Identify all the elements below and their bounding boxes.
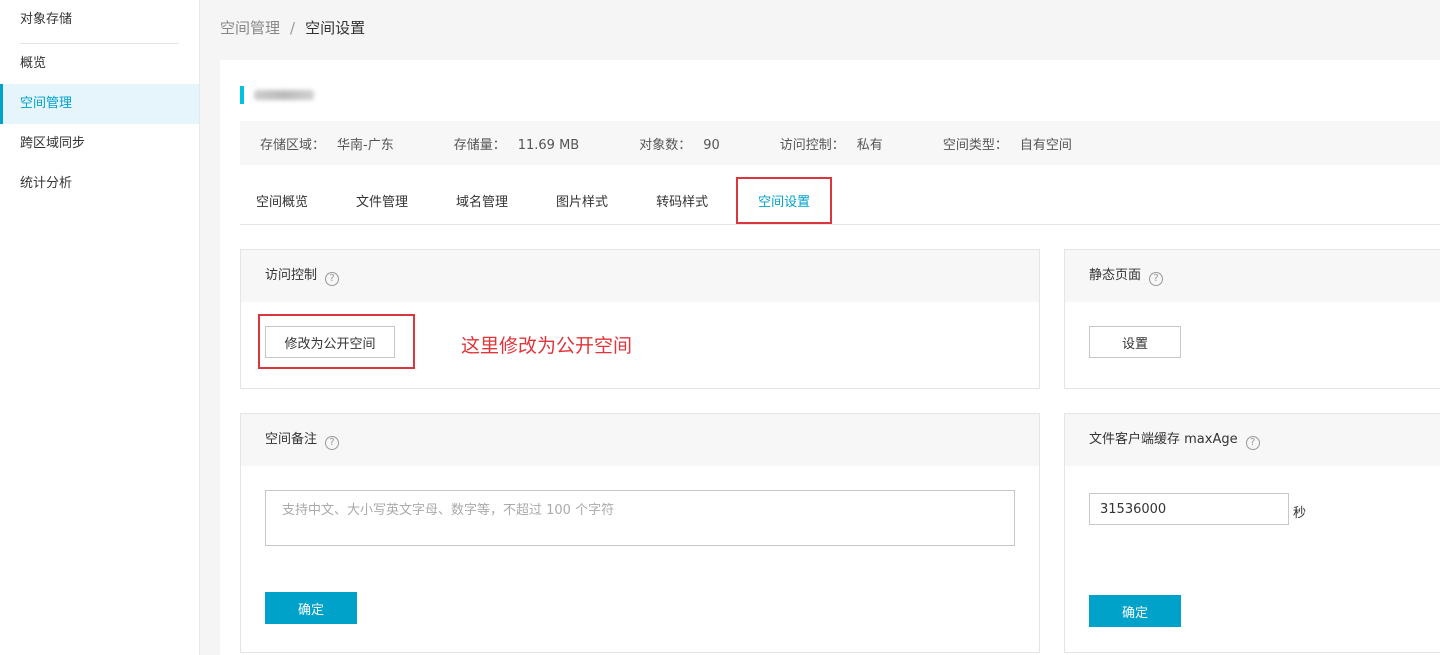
access-control-header: 访问控制? [241, 250, 1039, 302]
static-page-title: 静态页面 [1089, 268, 1142, 283]
space-remark-header: 空间备注? [241, 414, 1039, 466]
breadcrumb: 空间管理 / 空间设置 [220, 0, 365, 56]
remark-confirm-button[interactable]: 确定 [265, 592, 357, 624]
sidebar-item-statistics[interactable]: 统计分析 [0, 164, 199, 204]
help-icon[interactable]: ? [325, 272, 340, 286]
static-page-card: 静态页面? 设置 [1064, 249, 1440, 389]
cache-maxage-card: 文件客户端缓存 maxAge? 秒 确定 [1064, 413, 1440, 653]
breadcrumb-parent-link[interactable]: 空间管理 [220, 19, 280, 37]
tab-space-overview[interactable]: 空间概览 [240, 177, 324, 224]
sidebar-item-overview[interactable]: 概览 [0, 44, 199, 84]
breadcrumb-separator: / [290, 19, 296, 37]
main-panel: 存储区域： 华南-广东 存储量： 11.69 MB 对象数： 90 访问控制： 私有 空… [220, 60, 1440, 655]
sidebar-item-space-management[interactable]: 空间管理 [0, 84, 199, 124]
tab-image-style[interactable]: 图片样式 [540, 177, 624, 224]
space-remark-input[interactable] [265, 490, 1015, 546]
bucket-name-redacted [254, 90, 314, 100]
breadcrumb-current: 空间设置 [305, 19, 366, 37]
bucket-header [240, 86, 314, 104]
info-objects: 对象数： 90 [639, 137, 720, 153]
help-icon[interactable]: ? [1149, 272, 1164, 286]
help-icon[interactable]: ? [325, 436, 340, 450]
maxage-confirm-button[interactable]: 确定 [1089, 595, 1181, 627]
static-page-settings-button[interactable]: 设置 [1089, 326, 1181, 358]
sidebar-title: 对象存储 [0, 0, 199, 44]
cache-maxage-header: 文件客户端缓存 maxAge? [1065, 414, 1440, 466]
help-icon[interactable]: ? [1245, 436, 1260, 450]
info-storage: 存储量： 11.69 MB [453, 137, 580, 153]
cache-maxage-title: 文件客户端缓存 maxAge [1089, 432, 1238, 447]
tab-file-management[interactable]: 文件管理 [340, 177, 424, 224]
tab-bar: 空间概览 文件管理 域名管理 图片样式 转码样式 空间设置 [240, 177, 1440, 225]
static-page-header: 静态页面? [1065, 250, 1440, 302]
tab-transcode-style[interactable]: 转码样式 [640, 177, 724, 224]
maxage-input[interactable] [1089, 493, 1289, 525]
sidebar: 对象存储 概览 空间管理 跨区域同步 统计分析 [0, 0, 200, 655]
tab-domain-management[interactable]: 域名管理 [440, 177, 524, 224]
access-control-card: 访问控制? 修改为公开空间 这里修改为公开空间 [240, 249, 1040, 389]
info-type: 空间类型： 自有空间 [942, 137, 1072, 153]
info-access: 访问控制： 私有 [779, 137, 883, 153]
space-remark-title: 空间备注 [265, 432, 318, 447]
info-region: 存储区域： 华南-广东 [260, 137, 394, 153]
bucket-info-strip: 存储区域： 华南-广东 存储量： 11.69 MB 对象数： 90 访问控制： 私有 空… [240, 121, 1440, 165]
access-control-title: 访问控制 [265, 268, 318, 283]
maxage-unit: 秒 [1293, 506, 1307, 521]
sidebar-item-cross-region-sync[interactable]: 跨区域同步 [0, 124, 199, 164]
space-remark-card: 空间备注? 确定 [240, 413, 1040, 653]
make-public-button[interactable]: 修改为公开空间 [265, 326, 395, 358]
bucket-accent-bar [240, 86, 244, 104]
annotation-text: 这里修改为公开空间 [461, 335, 633, 357]
tab-space-settings[interactable]: 空间设置 [736, 177, 833, 224]
